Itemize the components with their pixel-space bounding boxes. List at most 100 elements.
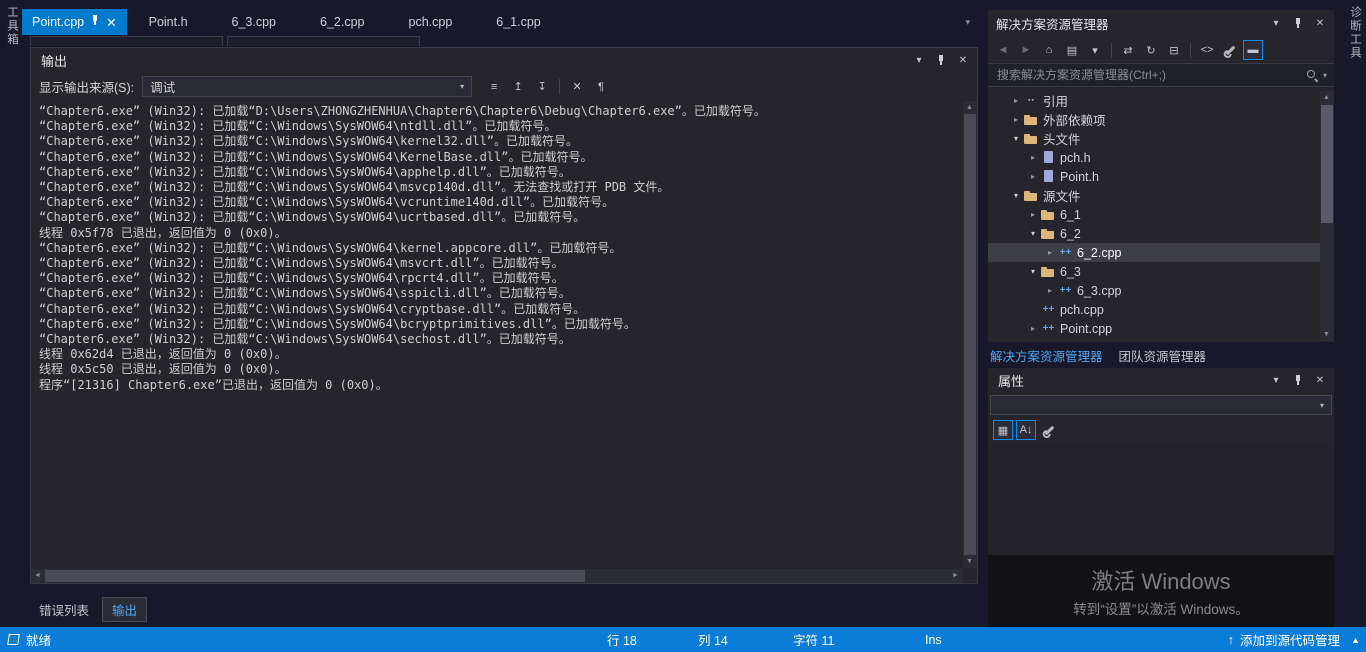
scroll-up-icon[interactable] xyxy=(1320,91,1333,104)
output-text[interactable]: “Chapter6.exe” (Win32): 已加载“D:\Users\ZHO… xyxy=(32,101,962,568)
output-horizontal-scrollbar[interactable] xyxy=(31,569,962,583)
scroll-down-icon[interactable] xyxy=(963,555,976,568)
tree-item-header-files[interactable]: ▾ 头文件 xyxy=(988,129,1320,148)
close-icon[interactable] xyxy=(1310,15,1330,33)
output-source-dropdown[interactable]: 调试 xyxy=(142,76,473,97)
previous-message-icon[interactable]: ↥ xyxy=(508,77,528,97)
window-position-icon[interactable] xyxy=(1266,15,1286,33)
close-icon[interactable] xyxy=(1310,372,1330,390)
expander-icon[interactable]: ▸ xyxy=(1026,172,1040,181)
expander-icon[interactable]: ▾ xyxy=(1009,191,1023,200)
scroll-down-icon[interactable] xyxy=(1320,328,1333,341)
scroll-up-icon[interactable] xyxy=(963,101,976,114)
tab-6-1-cpp[interactable]: 6_1.cpp xyxy=(474,9,562,35)
upload-icon xyxy=(1228,633,1234,647)
editor-scope-dropdown[interactable] xyxy=(30,36,223,46)
next-message-icon[interactable]: ↧ xyxy=(532,77,552,97)
views-dropdown-icon[interactable]: ▾ xyxy=(1085,40,1105,60)
window-position-icon[interactable] xyxy=(1266,372,1286,390)
scrollbar-corner xyxy=(963,569,977,583)
close-icon[interactable] xyxy=(106,15,116,30)
tree-item-6-3[interactable]: ▾ 6_3 xyxy=(988,262,1320,281)
expander-icon[interactable]: ▾ xyxy=(1009,134,1023,143)
tab-pch-cpp[interactable]: pch.cpp xyxy=(387,9,475,35)
tree-item-6-2-cpp[interactable]: ▸ ++ 6_2.cpp xyxy=(988,243,1320,262)
expander-icon[interactable]: ▸ xyxy=(1026,210,1040,219)
tree-item-point-cpp[interactable]: ▸ ++ Point.cpp xyxy=(988,319,1320,338)
tree-item-references[interactable]: ▸ ▪▪ 引用 xyxy=(988,91,1320,110)
scroll-left-icon[interactable] xyxy=(31,569,44,582)
tree-item-6-1[interactable]: ▸ 6_1 xyxy=(988,205,1320,224)
separator xyxy=(1111,42,1112,58)
view-code-icon[interactable]: <> xyxy=(1197,40,1217,60)
window-position-icon[interactable] xyxy=(909,52,929,70)
team-explorer-tab[interactable]: 团队资源管理器 xyxy=(1119,346,1207,365)
categorized-icon[interactable]: ▦ xyxy=(993,420,1013,440)
pin-icon[interactable] xyxy=(91,15,99,29)
solution-explorer-tab[interactable]: 解决方案资源管理器 xyxy=(990,346,1103,365)
add-to-source-control-button[interactable]: 添加到源代码管理 xyxy=(1228,627,1340,652)
sync-with-active-document-icon[interactable]: ⇄ xyxy=(1118,40,1138,60)
expander-icon[interactable]: ▸ xyxy=(1026,153,1040,162)
output-line: “Chapter6.exe” (Win32): 已加载“C:\Windows\S… xyxy=(39,301,586,316)
expander-icon[interactable]: ▸ xyxy=(1009,115,1023,124)
output-vertical-scrollbar[interactable] xyxy=(963,101,977,568)
properties-icon[interactable] xyxy=(1220,40,1240,60)
back-icon[interactable]: ◄ xyxy=(993,40,1013,60)
scroll-thumb[interactable] xyxy=(964,114,976,555)
preview-selected-icon[interactable]: ▬ xyxy=(1243,40,1263,60)
switch-views-icon[interactable]: ▤ xyxy=(1062,40,1082,60)
tab-6-3-cpp[interactable]: 6_3.cpp xyxy=(210,9,298,35)
tree-item-pch-cpp[interactable]: ++ pch.cpp xyxy=(988,300,1320,319)
expander-icon[interactable]: ▸ xyxy=(1009,96,1023,105)
pin-icon[interactable] xyxy=(1288,15,1308,33)
editor-member-dropdown[interactable] xyxy=(227,36,420,46)
autohide-tab-toolbox[interactable]: 工具箱 xyxy=(4,6,20,47)
search-input[interactable] xyxy=(995,67,1301,83)
scroll-right-icon[interactable] xyxy=(949,569,962,582)
properties-object-dropdown[interactable] xyxy=(990,395,1332,415)
status-expand-icon[interactable] xyxy=(1351,627,1360,652)
refresh-icon[interactable]: ↻ xyxy=(1141,40,1161,60)
clear-all-icon[interactable]: ✕ xyxy=(567,77,587,97)
scroll-thumb[interactable] xyxy=(1321,105,1333,223)
pin-glyph xyxy=(91,15,99,26)
solution-explorer-scrollbar[interactable] xyxy=(1320,91,1334,341)
status-insert-mode: Ins xyxy=(925,632,942,647)
collapse-all-icon[interactable]: ⊟ xyxy=(1164,40,1184,60)
tree-item-source-files[interactable]: ▾ 源文件 xyxy=(988,186,1320,205)
tree-item-6-2[interactable]: ▾ 6_2 xyxy=(988,224,1320,243)
find-message-icon[interactable]: ≡ xyxy=(484,77,504,97)
scroll-thumb[interactable] xyxy=(45,570,585,582)
output-line: “Chapter6.exe” (Win32): 已加载“C:\Windows\S… xyxy=(39,240,622,255)
error-list-tab[interactable]: 错误列表 xyxy=(30,598,98,621)
expander-icon[interactable]: ▾ xyxy=(1026,267,1040,276)
alphabetical-icon[interactable]: A↓ xyxy=(1016,420,1036,440)
forward-icon[interactable]: ► xyxy=(1016,40,1036,60)
tab-6-2-cpp[interactable]: 6_2.cpp xyxy=(298,9,386,35)
expander-icon[interactable]: ▸ xyxy=(1026,324,1040,333)
search-options-icon[interactable] xyxy=(1323,71,1327,80)
autohide-tab-diagnostics[interactable]: 诊断工具 xyxy=(1347,6,1363,60)
output-line: “Chapter6.exe” (Win32): 已加载“C:\Windows\S… xyxy=(39,271,564,286)
tree-item-6-3-cpp[interactable]: ▸ ++ 6_3.cpp xyxy=(988,281,1320,300)
word-wrap-icon[interactable]: ¶ xyxy=(591,77,611,97)
expander-icon[interactable]: ▸ xyxy=(1043,286,1057,295)
document-well-overflow-icon[interactable] xyxy=(965,17,980,28)
expander-icon[interactable]: ▾ xyxy=(1026,229,1040,238)
solution-explorer-title: 解决方案资源管理器 xyxy=(996,18,1109,32)
home-icon[interactable]: ⌂ xyxy=(1039,40,1059,60)
property-pages-icon[interactable] xyxy=(1039,420,1059,440)
tree-item-label: pch.cpp xyxy=(1060,302,1104,317)
tree-item-pch-h[interactable]: ▸ pch.h xyxy=(988,148,1320,167)
tree-item-point-h[interactable]: ▸ Point.h xyxy=(988,167,1320,186)
output-tab[interactable]: 输出 xyxy=(102,596,148,622)
expander-icon[interactable]: ▸ xyxy=(1043,248,1057,257)
pin-icon[interactable] xyxy=(1288,372,1308,390)
search-icon[interactable] xyxy=(1306,69,1318,81)
tab-point-h[interactable]: Point.h xyxy=(127,9,210,35)
tab-point-cpp[interactable]: Point.cpp xyxy=(22,9,127,35)
pin-icon[interactable] xyxy=(931,52,951,70)
close-icon[interactable] xyxy=(953,52,973,70)
tree-item-external-dependencies[interactable]: ▸ 外部依赖项 xyxy=(988,110,1320,129)
